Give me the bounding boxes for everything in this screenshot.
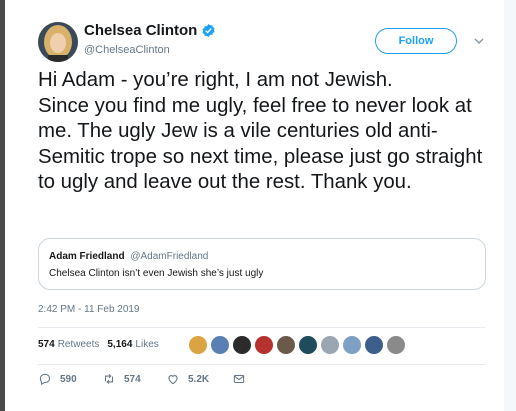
liker-avatar[interactable]	[364, 335, 384, 355]
liker-avatar[interactable]	[386, 335, 406, 355]
liker-avatars	[188, 335, 408, 355]
liker-avatar[interactable]	[188, 335, 208, 355]
background-left-edge	[0, 0, 5, 411]
follow-button[interactable]: Follow	[375, 28, 457, 54]
quoted-tweet[interactable]: Adam Friedland @AdamFriedland Chelsea Cl…	[38, 238, 486, 290]
verified-badge-icon	[201, 23, 216, 38]
retweet-button[interactable]: 574	[102, 372, 141, 386]
liker-avatar[interactable]	[210, 335, 230, 355]
background-right-edge	[504, 0, 516, 411]
like-button[interactable]: 5.2K	[166, 372, 209, 386]
engagement-stats: 574 Retweets 5,164 Likes	[38, 339, 159, 350]
tweet-timestamp[interactable]: 2:42 PM - 11 Feb 2019	[38, 304, 140, 315]
liker-avatar[interactable]	[320, 335, 340, 355]
retweet-icon	[104, 373, 114, 385]
likes-count[interactable]: 5,164	[107, 339, 132, 350]
tweet-card: Chelsea Clinton @ChelseaClinton Follow H…	[22, 0, 504, 411]
avatar-photo	[38, 22, 78, 62]
heart-icon	[168, 375, 178, 385]
author-name-line: Chelsea Clinton	[84, 22, 216, 39]
avatar[interactable]	[38, 22, 78, 62]
author-handle[interactable]: @ChelseaClinton	[84, 44, 170, 56]
divider	[38, 327, 486, 328]
chevron-down-icon[interactable]	[472, 34, 486, 48]
likes-label[interactable]: Likes	[135, 339, 158, 350]
retweets-count[interactable]: 574	[38, 339, 55, 350]
liker-avatar[interactable]	[342, 335, 362, 355]
envelope-icon	[233, 374, 245, 384]
quoted-author-handle: @AdamFriedland	[130, 251, 209, 262]
divider	[38, 364, 486, 365]
direct-message-button[interactable]	[232, 372, 254, 386]
reply-button[interactable]: 590	[38, 372, 77, 386]
liker-avatar[interactable]	[276, 335, 296, 355]
retweets-label[interactable]: Retweets	[58, 339, 100, 350]
author-display-name[interactable]: Chelsea Clinton	[84, 22, 197, 39]
liker-avatar[interactable]	[254, 335, 274, 355]
reply-count: 590	[60, 373, 77, 385]
reply-icon	[39, 373, 51, 386]
quoted-tweet-text: Chelsea Clinton isn’t even Jewish she’s …	[49, 268, 264, 279]
quoted-author-name: Adam Friedland	[49, 251, 125, 262]
tweet-text: Hi Adam - you’re right, I am not Jewish.…	[38, 69, 483, 193]
like-count: 5.2K	[188, 373, 210, 385]
liker-avatar[interactable]	[298, 335, 318, 355]
retweet-count: 574	[124, 373, 141, 385]
quoted-tweet-header: Adam Friedland @AdamFriedland	[49, 251, 208, 262]
liker-avatar[interactable]	[232, 335, 252, 355]
